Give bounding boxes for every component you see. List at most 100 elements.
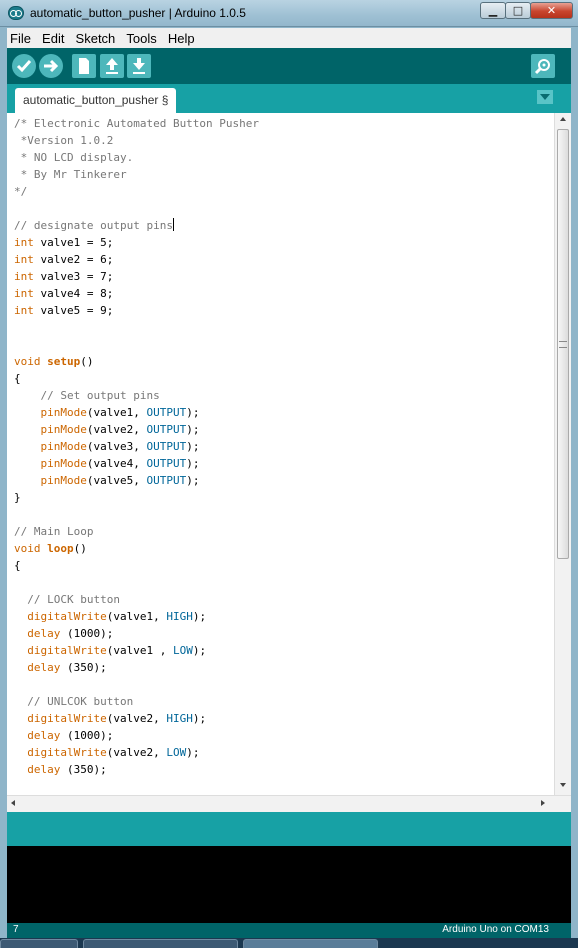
code-line[interactable]: delay (350); [14, 761, 554, 778]
window-title: automatic_button_pusher | Arduino 1.0.5 [30, 6, 246, 20]
scroll-down-icon[interactable] [560, 783, 566, 787]
code-line[interactable]: // UNLCOK button [14, 693, 554, 710]
minimize-button[interactable]: ▁ [480, 2, 506, 19]
taskbar-item-arduino[interactable] [243, 939, 378, 948]
code-token: valve1 = 5; [33, 236, 114, 249]
tab-automatic-button-pusher[interactable]: automatic_button_pusher § [15, 88, 177, 113]
save-button[interactable] [127, 54, 151, 78]
tab-menu-button[interactable] [537, 90, 553, 104]
menu-sketch[interactable]: Sketch [73, 29, 119, 46]
code-line[interactable]: digitalWrite(valve1, HIGH); [14, 608, 554, 625]
code-token: int [14, 253, 34, 266]
code-line[interactable]: delay (1000); [14, 727, 554, 744]
code-token: // Set output pins [14, 389, 160, 402]
scroll-up-icon[interactable] [560, 117, 566, 121]
code-line[interactable]: pinMode(valve2, OUTPUT); [14, 421, 554, 438]
code-line[interactable]: * NO LCD display. [14, 149, 554, 166]
code-line[interactable]: pinMode(valve5, OUTPUT); [14, 472, 554, 489]
code-line[interactable]: pinMode(valve4, OUTPUT); [14, 455, 554, 472]
code-line[interactable]: digitalWrite(valve1 , LOW); [14, 642, 554, 659]
code-line[interactable]: int valve1 = 5; [14, 234, 554, 251]
code-line[interactable] [14, 200, 554, 217]
code-token: pinMode [40, 406, 87, 419]
code-line[interactable]: // Main Loop [14, 523, 554, 540]
taskbar-item[interactable] [0, 939, 78, 948]
code-line[interactable]: delay (1000); [14, 625, 554, 642]
code-line[interactable]: int valve3 = 7; [14, 268, 554, 285]
toolbar [7, 48, 571, 84]
code-token: ); [186, 440, 200, 453]
scroll-left-icon[interactable] [11, 800, 15, 806]
serial-monitor-button[interactable] [531, 54, 555, 78]
code-line[interactable]: // designate output pins [14, 217, 554, 234]
close-button[interactable]: ✕ [530, 2, 573, 19]
code-line[interactable]: pinMode(valve1, OUTPUT); [14, 404, 554, 421]
code-token: valve3 = 7; [33, 270, 114, 283]
menu-file[interactable]: File [7, 29, 34, 46]
maximize-button[interactable]: □ [505, 2, 531, 19]
code-line[interactable]: // Set output pins [14, 387, 554, 404]
menu-edit[interactable]: Edit [39, 29, 67, 46]
open-icon [106, 58, 118, 74]
code-line[interactable]: digitalWrite(valve2, LOW); [14, 744, 554, 761]
code-line[interactable] [14, 676, 554, 693]
code-token: (valve1 , [106, 644, 173, 657]
code-line[interactable] [14, 506, 554, 523]
code-token: ); [192, 712, 207, 725]
code-line[interactable] [14, 336, 554, 353]
code-token: (valve5, [86, 474, 147, 487]
code-token: *Version 1.0.2 [14, 134, 114, 147]
code-line[interactable] [14, 574, 554, 591]
horizontal-scrollbar[interactable] [7, 795, 571, 812]
code-token: (valve2, [106, 746, 167, 759]
code-token: loop [47, 542, 74, 555]
code-token: * By Mr Tinkerer [14, 168, 127, 181]
code-line[interactable]: int valve4 = 8; [14, 285, 554, 302]
code-line[interactable]: pinMode(valve3, OUTPUT); [14, 438, 554, 455]
new-button[interactable] [72, 54, 96, 78]
code-line[interactable]: // LOCK button [14, 591, 554, 608]
code-editor[interactable]: /* Electronic Automated Button Pusher *V… [7, 113, 571, 795]
footer-bar: 7 Arduino Uno on COM13 [7, 923, 571, 938]
code-line[interactable]: void setup() [14, 353, 554, 370]
tab-bar: automatic_button_pusher § [7, 84, 571, 113]
code-token: { [14, 559, 21, 572]
vertical-scrollbar[interactable] [554, 113, 571, 795]
code-line[interactable]: * By Mr Tinkerer [14, 166, 554, 183]
title-bar: automatic_button_pusher | Arduino 1.0.5 … [0, 0, 578, 27]
upload-button[interactable] [39, 54, 63, 78]
code-line[interactable] [14, 319, 554, 336]
code-line[interactable]: */ [14, 183, 554, 200]
code-token: * NO LCD display. [14, 151, 134, 164]
code-line[interactable]: } [14, 489, 554, 506]
code-token: int [14, 270, 34, 283]
code-line[interactable]: void loop() [14, 540, 554, 557]
code-line[interactable]: digitalWrite(valve2, HIGH); [14, 710, 554, 727]
code-token: // designate output pins [14, 219, 173, 232]
menu-help[interactable]: Help [165, 29, 198, 46]
code-token: pinMode [40, 457, 87, 470]
console-output[interactable] [7, 846, 571, 923]
code-line[interactable]: int valve2 = 6; [14, 251, 554, 268]
code-token: // UNLCOK button [14, 695, 134, 708]
open-button[interactable] [100, 54, 124, 78]
scroll-right-icon[interactable] [541, 800, 545, 806]
taskbar-item[interactable] [83, 939, 238, 948]
code-token: delay [27, 627, 61, 640]
code-line[interactable]: { [14, 370, 554, 387]
code-line[interactable]: { [14, 557, 554, 574]
code-text[interactable]: /* Electronic Automated Button Pusher *V… [14, 115, 554, 778]
code-line[interactable]: /* Electronic Automated Button Pusher [14, 115, 554, 132]
code-line[interactable]: *Version 1.0.2 [14, 132, 554, 149]
code-token: digitalWrite [27, 644, 107, 657]
menu-tools[interactable]: Tools [123, 29, 159, 46]
code-token: OUTPUT [146, 423, 187, 436]
code-line[interactable]: delay (350); [14, 659, 554, 676]
code-line[interactable]: int valve5 = 9; [14, 302, 554, 319]
verify-button[interactable] [12, 54, 36, 78]
